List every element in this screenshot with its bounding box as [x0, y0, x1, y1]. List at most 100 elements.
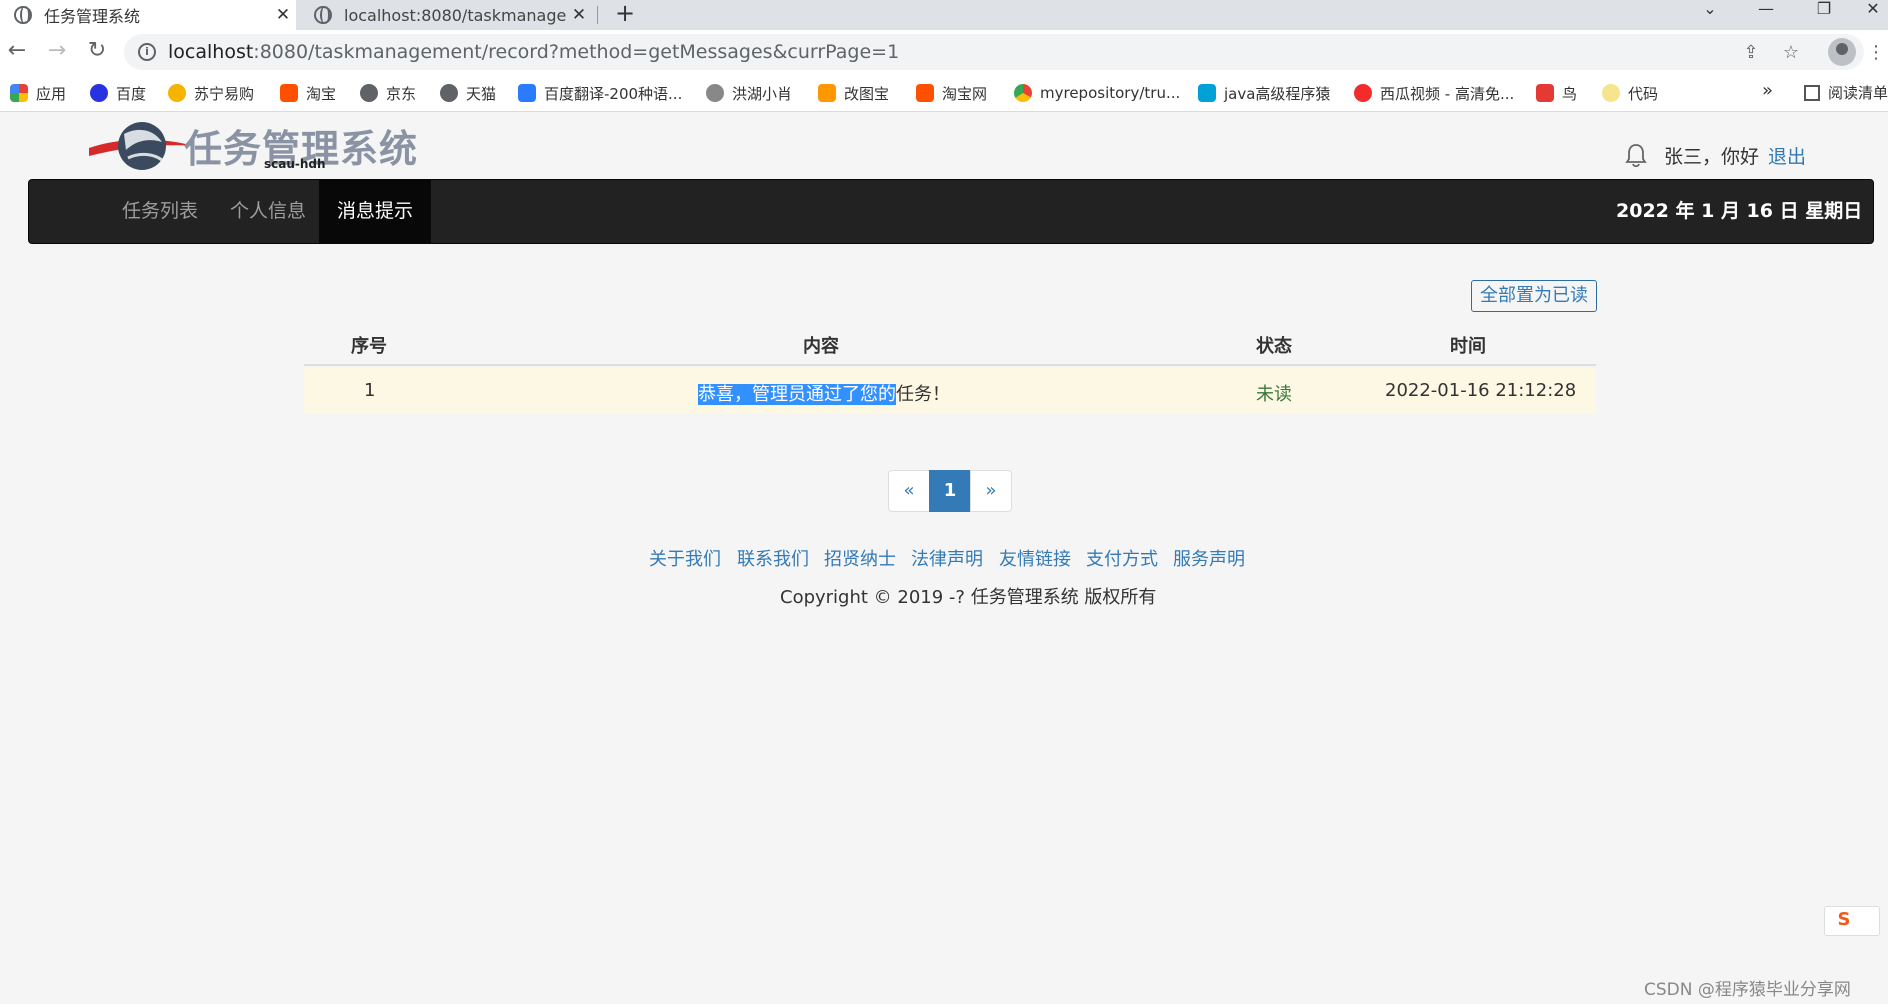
url-host: localhost: [168, 41, 254, 63]
column-header-content: 内容: [803, 336, 839, 357]
footer-link-service[interactable]: 服务声明: [1173, 545, 1245, 571]
message-content[interactable]: 恭喜，管理员通过了您的任务！: [698, 380, 950, 406]
bookmark-item[interactable]: 天猫: [440, 82, 496, 104]
apps-grid-icon: [10, 84, 28, 102]
xigua-icon: [1354, 84, 1372, 102]
bookmark-label: 京东: [386, 84, 417, 103]
column-header-time: 时间: [1450, 336, 1486, 357]
url-path: :8080/taskmanagement/record?method=getMe…: [253, 41, 900, 63]
chrome-icon: [1014, 84, 1032, 102]
bookmark-item[interactable]: java高级程序猿: [1198, 82, 1330, 104]
gaitubao-icon: [818, 84, 836, 102]
bookmark-item[interactable]: 淘宝网: [916, 82, 987, 104]
bookmark-item[interactable]: 百度: [90, 82, 146, 104]
back-icon[interactable]: ←: [0, 34, 34, 68]
footer-link-contact[interactable]: 联系我们: [737, 545, 809, 571]
bookmark-label: 代码: [1628, 84, 1659, 103]
notification-bell-icon[interactable]: [1624, 142, 1648, 168]
pagination-next[interactable]: »: [970, 470, 1012, 512]
globe-icon: [14, 6, 32, 24]
footer-link-about[interactable]: 关于我们: [649, 545, 721, 571]
mark-all-read-button[interactable]: 全部置为已读: [1471, 280, 1597, 312]
pagination-page-1[interactable]: 1: [929, 470, 971, 512]
message-time: 2022-01-16 21:12:28: [1385, 380, 1577, 401]
message-index: 1: [364, 380, 376, 401]
browser-tab-active[interactable]: 任务管理系统 ✕: [0, 0, 296, 30]
bird-red-icon: [1536, 84, 1554, 102]
footer-link-legal[interactable]: 法律声明: [911, 545, 983, 571]
forward-icon[interactable]: →: [40, 34, 74, 68]
globe-icon: [440, 84, 458, 102]
bookmark-label: 洪湖小肖: [732, 84, 793, 103]
bookmark-item[interactable]: 京东: [360, 82, 416, 104]
user-greeting: 张三，你好: [1664, 146, 1760, 168]
current-date: 2022 年 1 月 16 日 星期日: [1616, 200, 1863, 222]
pagination-prev[interactable]: «: [888, 470, 930, 512]
close-tab-icon[interactable]: ✕: [566, 5, 592, 25]
browser-tab-inactive[interactable]: localhost:8080/taskmanageme ✕: [300, 0, 592, 30]
footer-link-jobs[interactable]: 招贤纳士: [824, 545, 896, 571]
bookmark-item[interactable]: 洪湖小肖: [706, 82, 792, 104]
tab-separator: [597, 6, 598, 24]
reload-icon[interactable]: ↻: [80, 34, 114, 68]
footer-link-payment[interactable]: 支付方式: [1086, 545, 1158, 571]
translate-icon: [518, 84, 536, 102]
code-icon: [1602, 84, 1620, 102]
minimize-icon[interactable]: —: [1746, 0, 1786, 30]
bookmark-item[interactable]: myrepository/tru...: [1014, 82, 1180, 104]
site-info-icon[interactable]: i: [138, 43, 156, 61]
bookmark-item[interactable]: 鸟: [1536, 82, 1577, 104]
bookmark-label: 淘宝: [306, 84, 337, 103]
column-header-status: 状态: [1256, 336, 1292, 357]
close-tab-icon[interactable]: ✕: [270, 5, 296, 25]
browser-menu-icon[interactable]: ⋮: [1866, 40, 1886, 66]
column-header-index: 序号: [351, 336, 387, 357]
tab-title: localhost:8080/taskmanageme: [344, 5, 566, 25]
profile-avatar-icon[interactable]: [1828, 38, 1856, 66]
bookmarks-more-icon[interactable]: »: [1762, 80, 1773, 101]
taobao-icon: [916, 84, 934, 102]
bookmark-label: 百度: [116, 84, 147, 103]
message-status: 未读: [1256, 384, 1292, 405]
bookmark-item[interactable]: 代码: [1602, 82, 1658, 104]
window-close-icon[interactable]: ✕: [1858, 0, 1888, 30]
bookmark-item[interactable]: 改图宝: [818, 82, 889, 104]
bookmark-label: 淘宝网: [942, 84, 988, 103]
bilibili-icon: [1198, 84, 1216, 102]
bookmark-star-icon[interactable]: ☆: [1778, 40, 1804, 66]
reading-list-icon: [1804, 84, 1820, 101]
bookmark-label: 改图宝: [844, 84, 890, 103]
nav-messages[interactable]: 消息提示: [319, 180, 432, 243]
bookmark-label: myrepository/tru...: [1040, 84, 1181, 102]
nav-task-list[interactable]: 任务列表: [104, 180, 216, 243]
bookmark-label: 天猫: [466, 84, 497, 103]
reading-list-button[interactable]: 阅读清单: [1804, 82, 1888, 103]
bookmark-item[interactable]: 西瓜视频 - 高清免...: [1354, 82, 1514, 104]
bookmark-item[interactable]: 苏宁易购: [168, 82, 254, 104]
message-content-rest: 任务！: [896, 384, 950, 405]
footer-link-friends[interactable]: 友情链接: [999, 545, 1071, 571]
url-input[interactable]: i localhost:8080/taskmanagement/record?m…: [124, 34, 1864, 70]
share-icon[interactable]: ⇪: [1738, 40, 1764, 66]
bookmark-label: 苏宁易购: [194, 84, 255, 103]
watermark: CSDN @程序猿毕业分享网: [1644, 980, 1851, 1000]
bookmark-label: 应用: [36, 84, 67, 103]
globe-icon: [314, 6, 332, 24]
bird-icon: [706, 84, 724, 102]
tab-title: 任务管理系统: [44, 7, 141, 26]
baidu-paw-icon: [90, 84, 108, 102]
logo-subtitle: scau-hdh: [264, 157, 326, 171]
restore-icon[interactable]: ❐: [1804, 0, 1844, 30]
bookmark-item[interactable]: 应用: [10, 82, 66, 104]
page: 任务管理系统 ✕ localhost:8080/taskmanageme ✕ +…: [0, 0, 1888, 1004]
nav-profile[interactable]: 个人信息: [212, 180, 324, 243]
logout-link[interactable]: 退出: [1768, 142, 1806, 169]
selected-text: 恭喜，管理员通过了您的: [698, 384, 896, 405]
taobao-icon: [280, 84, 298, 102]
bookmark-item[interactable]: 百度翻译-200种语...: [518, 82, 682, 104]
tab-search-icon[interactable]: ⌄: [1690, 0, 1730, 30]
copyright-text: Copyright © 2019 -? 任务管理系统 版权所有: [780, 587, 1157, 608]
sogou-ime-icon[interactable]: S: [1834, 910, 1854, 930]
new-tab-button[interactable]: +: [610, 0, 640, 30]
bookmark-item[interactable]: 淘宝: [280, 82, 336, 104]
